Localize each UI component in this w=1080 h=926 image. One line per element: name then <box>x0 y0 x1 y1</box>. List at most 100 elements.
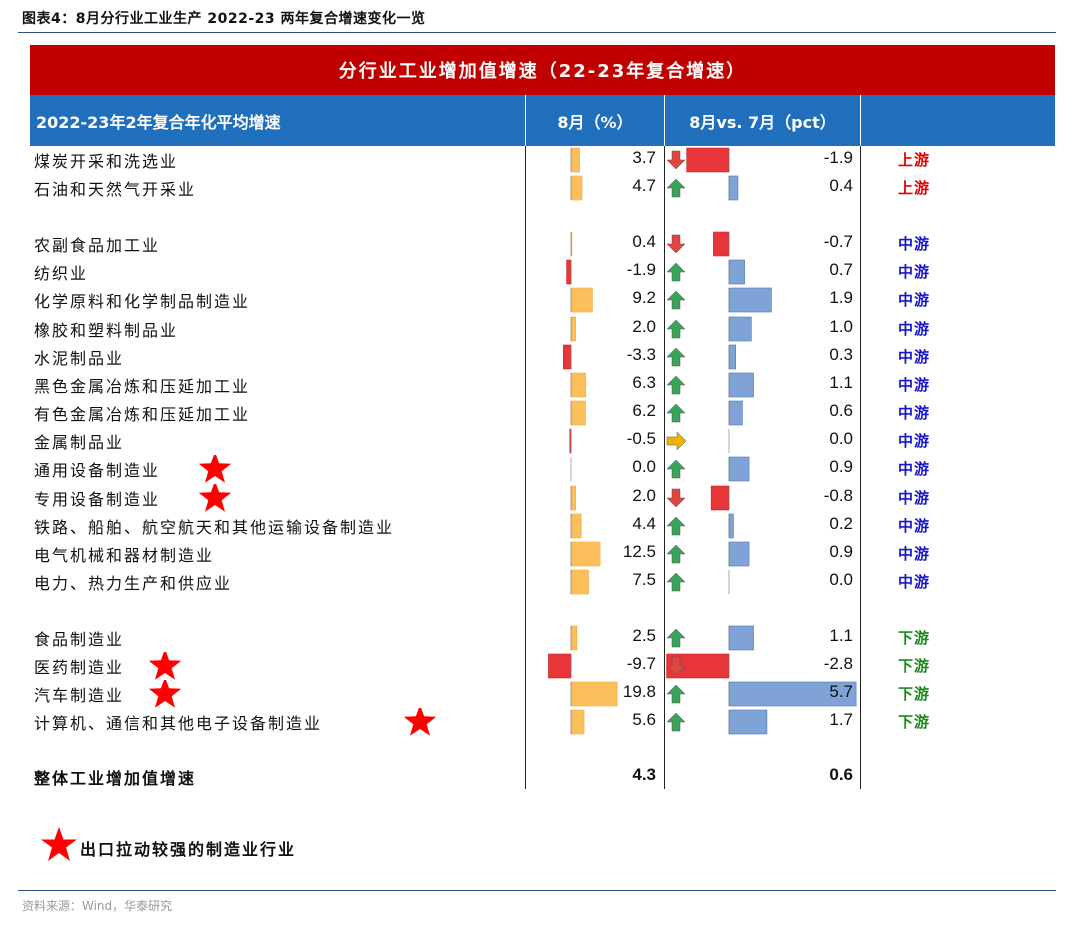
arrow-right-icon <box>666 431 687 451</box>
delta-value: 1.1 <box>829 373 853 392</box>
delta-value: 0.9 <box>829 542 853 561</box>
aug-value: 2.0 <box>632 486 656 505</box>
delta-value: -0.8 <box>823 486 853 505</box>
aug-value: -0.5 <box>626 429 656 448</box>
legend-star-icon <box>41 827 77 861</box>
aug-bar <box>563 344 572 370</box>
aug-bar <box>570 625 578 651</box>
delta-value: 5.7 <box>829 682 853 701</box>
stream-label: 中游 <box>898 573 931 591</box>
bottom-divider <box>18 890 1056 891</box>
delta-value: -2.8 <box>823 654 853 673</box>
aug-value: 2.0 <box>632 317 656 336</box>
star-icon <box>403 708 437 736</box>
aug-value: 4.4 <box>632 514 656 533</box>
delta-value: -0.7 <box>823 232 853 251</box>
delta-bar <box>728 259 745 285</box>
arrow-up-icon <box>666 403 686 423</box>
stream-label: 中游 <box>898 432 931 450</box>
table-header-title: 分行业工业增加值增速（22-23年复合增速） <box>30 45 1055 95</box>
aug-bar <box>570 400 586 426</box>
aug-value: 7.5 <box>632 570 656 589</box>
delta-bar <box>728 316 752 342</box>
stream-label: 中游 <box>898 235 931 253</box>
stream-label: 中游 <box>898 517 931 535</box>
aug-value: -1.9 <box>626 260 656 279</box>
arrow-up-icon <box>666 290 686 310</box>
delta-value: 0.7 <box>829 260 853 279</box>
delta-bar <box>728 625 754 651</box>
delta-value: 0.0 <box>829 429 853 448</box>
stream-label: 上游 <box>898 151 931 169</box>
stream-label: 中游 <box>898 545 931 563</box>
aug-bar <box>570 316 576 342</box>
stream-label: 下游 <box>898 685 931 703</box>
top-divider <box>18 32 1056 33</box>
delta-bar <box>728 175 739 201</box>
arrow-up-icon <box>666 572 686 592</box>
delta-value: 0.4 <box>829 176 853 195</box>
stream-label: 上游 <box>898 179 931 197</box>
arrow-up-icon <box>666 712 686 732</box>
arrow-down-icon <box>666 234 686 254</box>
stream-label: 中游 <box>898 489 931 507</box>
aug-value: 6.2 <box>632 401 656 420</box>
total-delta-value: 0.6 <box>829 765 853 784</box>
aug-value: 12.5 <box>622 542 656 561</box>
delta-value: -1.9 <box>823 148 853 167</box>
aug-value: 0.0 <box>632 457 656 476</box>
stream-label: 中游 <box>898 291 931 309</box>
delta-bar <box>728 372 754 398</box>
arrow-down-icon <box>666 488 686 508</box>
stream-label: 中游 <box>898 263 931 281</box>
column-header-divider <box>860 95 862 146</box>
aug-value: 3.7 <box>632 148 656 167</box>
stream-label: 中游 <box>898 320 931 338</box>
arrow-up-icon <box>666 684 686 704</box>
delta-bar <box>728 287 772 313</box>
delta-value: 0.6 <box>829 401 853 420</box>
column-header-industry: 2022-23年2年复合年化平均增速 <box>36 112 281 132</box>
arrow-up-icon <box>666 347 686 367</box>
star-icon <box>198 484 232 512</box>
aug-bar <box>570 569 589 595</box>
arrow-up-icon <box>666 544 686 564</box>
aug-bar <box>570 372 586 398</box>
aug-bar <box>566 259 572 285</box>
delta-value: 1.0 <box>829 317 853 336</box>
delta-bar <box>686 147 730 173</box>
aug-bar <box>570 709 585 735</box>
stream-label: 中游 <box>898 460 931 478</box>
source-note: 资料来源：Wind，华泰研究 <box>22 899 173 913</box>
stream-label: 下游 <box>898 629 931 647</box>
delta-bar <box>710 485 730 511</box>
stream-label: 中游 <box>898 348 931 366</box>
aug-value: 2.5 <box>632 626 656 645</box>
aug-value: 9.2 <box>632 288 656 307</box>
aug-value: 0.4 <box>632 232 656 251</box>
delta-value: 1.9 <box>829 288 853 307</box>
column-header-aug: 8月（%） <box>525 95 664 146</box>
aug-bar <box>570 287 593 313</box>
figure-title: 图表4：8月分行业工业生产 2022-23 两年复合增速变化一览 <box>22 11 426 27</box>
aug-value: -9.7 <box>626 654 656 673</box>
delta-value: 0.9 <box>829 457 853 476</box>
delta-bar <box>728 709 768 735</box>
total-aug-value: 4.3 <box>632 765 656 784</box>
aug-value: 5.6 <box>632 710 656 729</box>
aug-bar <box>570 147 580 173</box>
arrow-down-icon <box>666 150 686 170</box>
aug-bar <box>570 175 583 201</box>
delta-bar <box>728 344 736 370</box>
delta-value: 1.7 <box>829 710 853 729</box>
delta-value: 0.0 <box>829 570 853 589</box>
delta-bar <box>728 456 750 482</box>
delta-value: 1.1 <box>829 626 853 645</box>
aug-value: 6.3 <box>632 373 656 392</box>
arrow-up-icon <box>666 459 686 479</box>
aug-bar <box>570 485 576 511</box>
stream-label: 下游 <box>898 713 931 731</box>
arrow-up-icon <box>666 516 686 536</box>
stream-label: 中游 <box>898 376 931 394</box>
stream-label: 中游 <box>898 404 931 422</box>
